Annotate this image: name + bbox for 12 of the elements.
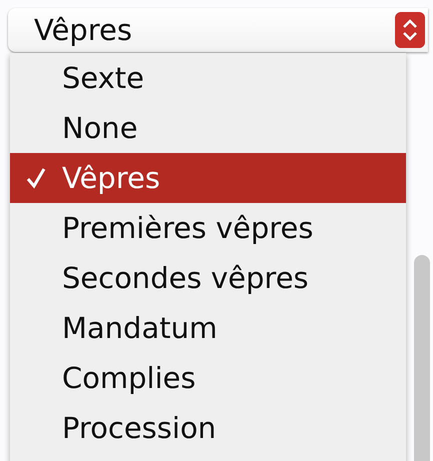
checkmark-icon	[25, 166, 47, 190]
stepper-arrows-icon[interactable]	[395, 12, 425, 48]
menu-item[interactable]: Procession	[10, 403, 406, 453]
menu-item[interactable]: None	[10, 103, 406, 153]
dropdown-select[interactable]: Vêpres	[8, 8, 428, 52]
menu-item[interactable]: Mandatum	[10, 303, 406, 353]
menu-item[interactable]: Complies	[10, 353, 406, 403]
menu-item[interactable]: Premières vêpres	[10, 203, 406, 253]
menu-item[interactable]: Secondes vêpres	[10, 253, 406, 303]
menu-item[interactable]: Sexte	[10, 53, 406, 103]
menu-item[interactable]: Vêpres	[10, 153, 406, 203]
scrollbar-thumb[interactable]	[414, 255, 430, 461]
